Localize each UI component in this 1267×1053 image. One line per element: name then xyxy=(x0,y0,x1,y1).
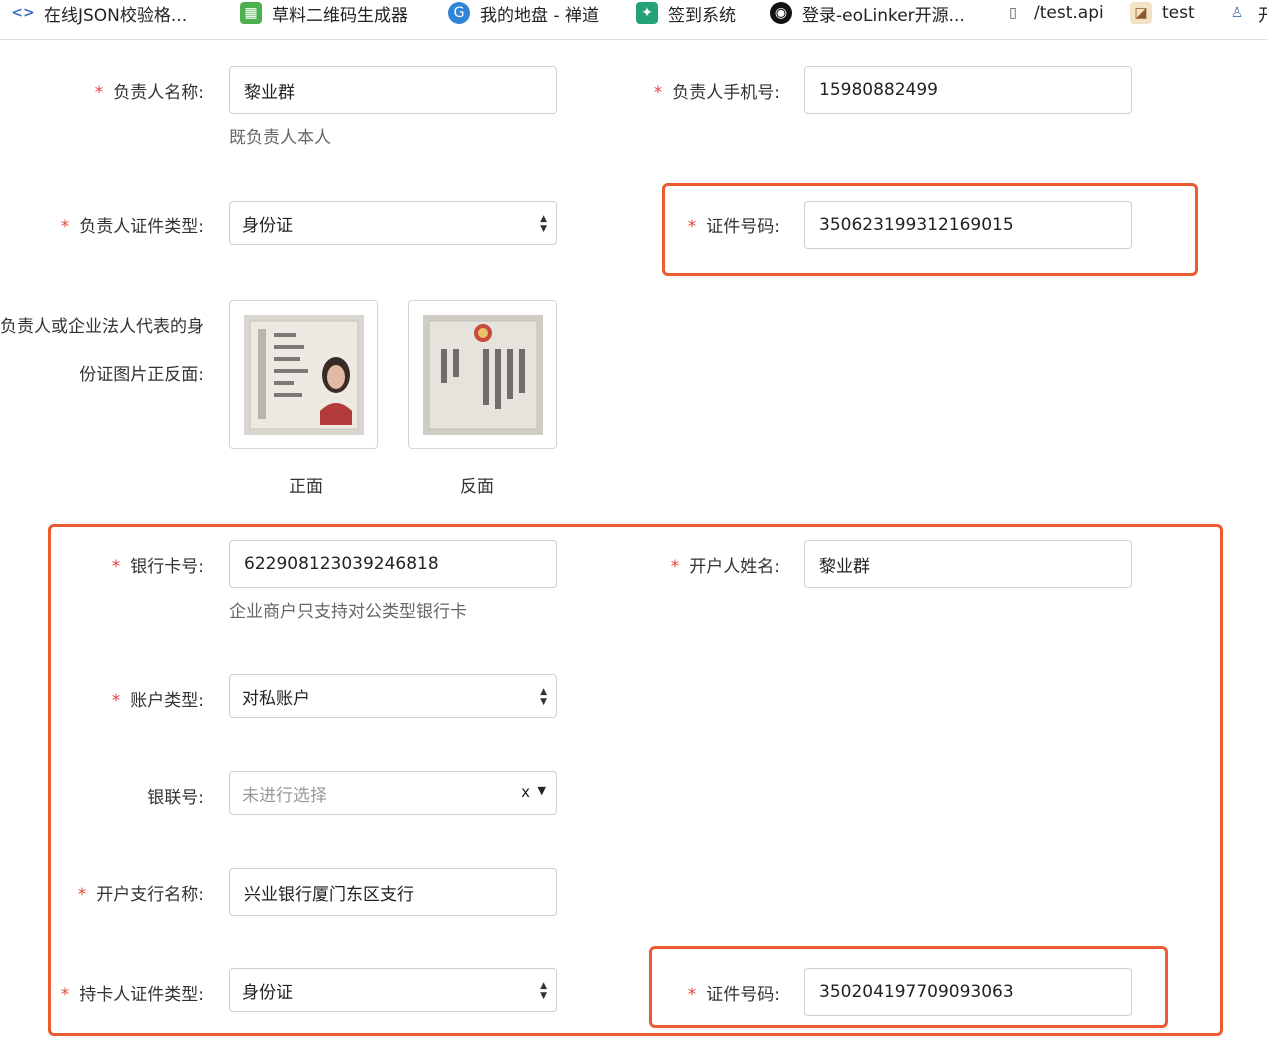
holder-id-number-input[interactable]: 350204197709093063 xyxy=(804,968,1132,1016)
owner-id-type-label: * 负责人证件类型: xyxy=(60,217,204,237)
id-back-photo[interactable] xyxy=(408,300,557,449)
owner-phone-input[interactable]: 15980882499 xyxy=(804,66,1132,114)
bookmark-sign-system[interactable]: ✦ 签到系统 xyxy=(636,0,736,26)
account-type-select[interactable]: 对私账户 ▲ ▼ xyxy=(229,674,557,718)
qr-icon: ▦ xyxy=(240,2,262,24)
bookmark-label: /test.api xyxy=(1034,3,1104,23)
caret-down-icon[interactable]: ▼ xyxy=(538,784,546,797)
bookmark-test-api[interactable]: ▯ /test.api xyxy=(1002,0,1104,26)
id-photos-label-line2: 份证图片正反面: xyxy=(79,365,204,385)
required-mark: * xyxy=(60,217,70,237)
document-icon: ▯ xyxy=(1009,5,1017,21)
bookmark-label: 在线JSON校验格... xyxy=(44,5,188,26)
owner-id-type-select[interactable]: 身份证 ▲ ▼ xyxy=(229,201,557,245)
required-mark: * xyxy=(111,691,121,711)
bank-card-hint: 企业商户只支持对公类型银行卡 xyxy=(229,602,467,622)
required-mark: * xyxy=(687,985,697,1005)
bookmark-label: 草料二维码生成器 xyxy=(272,5,408,26)
bookmark-zentao[interactable]: G 我的地盘 - 禅道 xyxy=(448,0,599,26)
required-mark: * xyxy=(111,557,121,577)
holder-id-type-select[interactable]: 身份证 ▲ ▼ xyxy=(229,968,557,1012)
holder-id-type-label: * 持卡人证件类型: xyxy=(60,985,204,1005)
owner-name-hint: 既负责人本人 xyxy=(229,128,331,148)
front-photo-caption: 正面 xyxy=(289,477,323,497)
eo-icon: ◉ xyxy=(770,2,792,24)
owner-phone-label: * 负责人手机号: xyxy=(653,83,780,103)
back-photo-caption: 反面 xyxy=(460,477,494,497)
select-arrows-icon: ▲ ▼ xyxy=(540,687,547,707)
owner-id-number-input[interactable]: 350623199312169015 xyxy=(804,201,1132,249)
owner-id-number-label: * 证件号码: xyxy=(687,217,780,237)
required-mark: * xyxy=(77,885,87,905)
image-icon: ◪ xyxy=(1130,2,1152,24)
bookmark-label: 签到系统 xyxy=(668,5,736,26)
bookmark-label: 我的地盘 - 禅道 xyxy=(480,5,599,26)
select-arrows-icon: ▲ ▼ xyxy=(540,981,547,1001)
id-card-front-image xyxy=(243,314,364,435)
union-number-placeholder: 未进行选择 xyxy=(242,785,327,806)
id-card-back-image xyxy=(422,314,543,435)
owner-name-input[interactable]: 黎业群 xyxy=(229,66,557,114)
bookmark-test[interactable]: ◪ test xyxy=(1130,0,1195,26)
account-type-label: * 账户类型: xyxy=(111,691,204,711)
account-holder-label: * 开户人姓名: xyxy=(670,557,780,577)
branch-name-input[interactable]: 兴业银行厦门东区支行 xyxy=(229,868,557,916)
sign-icon: ✦ xyxy=(636,2,658,24)
required-mark: * xyxy=(653,83,663,103)
bookmarks-bar: <> 在线JSON校验格... ▦ 草料二维码生成器 G 我的地盘 - 禅道 ✦… xyxy=(0,0,1267,40)
account-holder-input[interactable]: 黎业群 xyxy=(804,540,1132,588)
union-number-label: 银联号: xyxy=(147,788,204,808)
code-icon: <> xyxy=(11,5,35,21)
required-mark: * xyxy=(60,985,70,1005)
bank-card-label: * 银行卡号: xyxy=(111,557,204,577)
bookmark-eolinker[interactable]: ◉ 登录-eoLinker开源... xyxy=(770,0,965,26)
required-mark: * xyxy=(670,557,680,577)
id-photos-label-line1: 负责人或企业法人代表的身 xyxy=(0,317,204,337)
bookmark-json-validator[interactable]: <> 在线JSON校验格... xyxy=(11,0,188,26)
required-mark: * xyxy=(94,83,104,103)
holder-id-number-label: * 证件号码: xyxy=(687,985,780,1005)
clear-icon[interactable]: x xyxy=(521,783,530,801)
select-arrows-icon: ▲ ▼ xyxy=(540,214,547,234)
bookmark-label: test xyxy=(1162,3,1195,23)
id-front-photo[interactable] xyxy=(229,300,378,449)
bank-card-input[interactable]: 622908123039246818 xyxy=(229,540,557,588)
branch-name-label: * 开户支行名称: xyxy=(77,885,204,905)
figure-icon: ♙ xyxy=(1230,5,1244,21)
bookmark-overflow[interactable]: ♙ 开 xyxy=(1226,0,1267,26)
bookmark-label: 登录-eoLinker开源... xyxy=(802,5,965,26)
bookmark-label: 开 xyxy=(1258,5,1267,26)
swirl-icon: G xyxy=(448,2,470,24)
bookmark-qr-generator[interactable]: ▦ 草料二维码生成器 xyxy=(240,0,408,26)
owner-name-label: * 负责人名称: xyxy=(94,83,204,103)
required-mark: * xyxy=(687,217,697,237)
union-number-select[interactable]: 未进行选择 x ▼ xyxy=(229,771,557,815)
